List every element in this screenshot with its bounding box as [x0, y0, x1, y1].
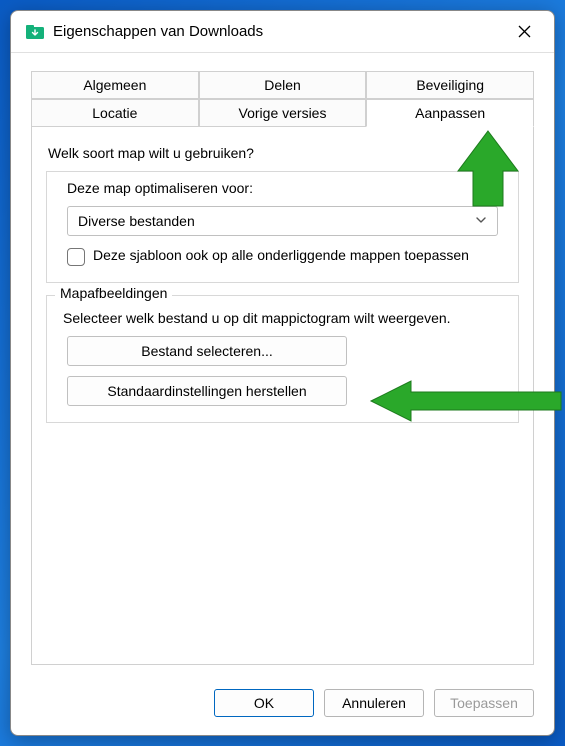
folder-type-select[interactable]: Diverse bestanden [67, 206, 498, 236]
ok-button[interactable]: OK [214, 689, 314, 717]
dialog-content: Algemeen Delen Beveiliging Locatie Vorig… [11, 53, 554, 675]
optimize-group: Deze map optimaliseren voor: Diverse bes… [46, 171, 519, 283]
titlebar: Eigenschappen van Downloads [11, 11, 554, 53]
optimize-label: Deze map optimaliseren voor: [67, 180, 504, 196]
dialog-footer: OK Annuleren Toepassen [11, 675, 554, 735]
cancel-button[interactable]: Annuleren [324, 689, 424, 717]
tab-locatie[interactable]: Locatie [31, 99, 199, 127]
folder-images-group-label: Mapafbeeldingen [55, 285, 172, 301]
restore-defaults-button[interactable]: Standaardinstellingen herstellen [67, 376, 347, 406]
tab-panel: Welk soort map wilt u gebruiken? Deze ma… [31, 127, 534, 665]
tab-beveiliging[interactable]: Beveiliging [366, 71, 534, 99]
select-value: Diverse bestanden [78, 213, 195, 229]
apply-subfolders-label: Deze sjabloon ook op alle onderliggende … [93, 246, 469, 265]
tab-delen[interactable]: Delen [199, 71, 367, 99]
close-button[interactable] [502, 16, 546, 48]
apply-button[interactable]: Toepassen [434, 689, 534, 717]
tab-strip: Algemeen Delen Beveiliging Locatie Vorig… [31, 71, 534, 127]
downloads-folder-icon [25, 22, 45, 42]
folder-images-desc: Selecteer welk bestand u op dit mappicto… [63, 310, 504, 326]
tab-algemeen[interactable]: Algemeen [31, 71, 199, 99]
properties-dialog: Eigenschappen van Downloads Algemeen Del… [10, 10, 555, 736]
tab-aanpassen[interactable]: Aanpassen [366, 99, 534, 127]
folder-images-group: Mapafbeeldingen Selecteer welk bestand u… [46, 295, 519, 423]
tab-vorige-versies[interactable]: Vorige versies [199, 99, 367, 127]
chevron-down-icon [475, 214, 487, 229]
folder-type-question: Welk soort map wilt u gebruiken? [48, 145, 519, 161]
apply-subfolders-checkbox[interactable] [67, 248, 85, 266]
select-file-button[interactable]: Bestand selecteren... [67, 336, 347, 366]
apply-subfolders-row: Deze sjabloon ook op alle onderliggende … [67, 246, 498, 266]
window-title: Eigenschappen van Downloads [53, 23, 502, 40]
